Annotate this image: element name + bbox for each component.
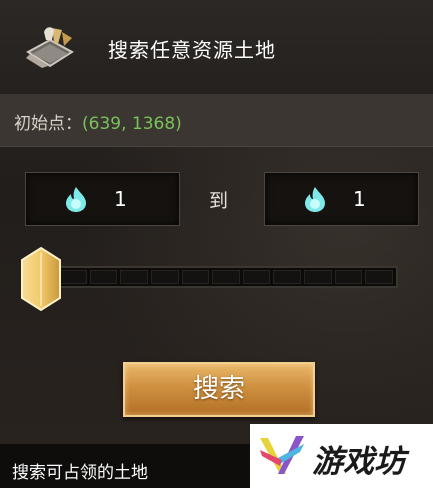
start-point-row: 初始点：(639, 1368)	[0, 94, 433, 147]
min-level-field[interactable]: 1	[25, 172, 180, 226]
slider-segment	[89, 270, 118, 284]
slider-handle[interactable]	[18, 246, 64, 312]
land-emblem-icon	[26, 27, 74, 68]
panel-header: 搜索任意资源土地	[0, 0, 433, 95]
slider-segment	[242, 270, 271, 284]
min-level-value: 1	[114, 187, 127, 211]
page-title: 搜索任意资源土地	[108, 38, 276, 62]
slider-segment	[181, 270, 210, 284]
level-slider-track[interactable]	[54, 266, 398, 288]
slider-segment	[150, 270, 179, 284]
slider-segment	[365, 270, 394, 284]
start-point-label-wrap: 初始点：(639, 1368)	[14, 109, 182, 134]
watermark: 游戏坊	[250, 424, 433, 488]
watermark-logo	[260, 436, 304, 474]
slider-segment	[273, 270, 302, 284]
bottom-hint-text: 搜索可占领的土地	[12, 463, 148, 483]
slider-segment	[212, 270, 240, 284]
max-level-value: 1	[353, 187, 366, 211]
slider-segment	[334, 270, 363, 284]
start-point-label: 初始点：	[14, 114, 82, 134]
resource-orb-icon	[66, 187, 86, 212]
search-button[interactable]: 搜索	[123, 362, 315, 417]
slider-segment	[304, 270, 332, 284]
range-to-label: 到	[209, 190, 229, 212]
start-point-coordinates: (639, 1368)	[82, 114, 182, 134]
watermark-text: 游戏坊	[312, 444, 405, 480]
slider-segment	[120, 270, 148, 284]
search-land-panel: 搜索任意资源土地 初始点：(639, 1368) 1 到 1 搜索 搜索可占领的…	[0, 0, 433, 488]
max-level-field[interactable]: 1	[264, 172, 419, 226]
resource-orb-icon	[305, 187, 325, 212]
